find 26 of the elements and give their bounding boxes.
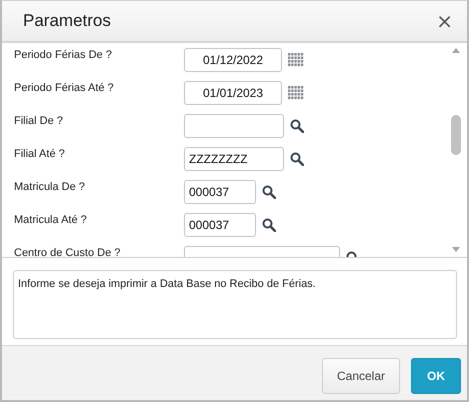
input-field[interactable] — [184, 114, 284, 138]
input-field[interactable]: 000037 — [184, 180, 256, 204]
field-label: Periodo Férias Até ? — [14, 81, 115, 95]
input-field[interactable]: 01/12/2022 — [184, 48, 282, 72]
search-icon[interactable] — [262, 185, 276, 199]
window-title: Parametros — [23, 11, 111, 31]
input-field[interactable]: ZZZZZZZZ — [184, 147, 284, 171]
scrollbar-thumb[interactable] — [451, 115, 461, 155]
field-label: Matricula De ? — [14, 180, 86, 194]
search-icon[interactable] — [290, 119, 304, 133]
search-icon[interactable] — [290, 152, 304, 166]
cancel-button[interactable]: Cancelar — [322, 358, 400, 394]
scroll-up-icon[interactable] — [451, 47, 461, 55]
close-button[interactable]: × — [434, 11, 455, 31]
field-label: Filial De ? — [14, 114, 64, 128]
scroll-down-icon[interactable] — [451, 245, 461, 253]
calendar-icon[interactable] — [288, 86, 304, 100]
calendar-icon[interactable] — [288, 53, 304, 67]
input-field[interactable]: 000037 — [184, 213, 256, 237]
field-label: Periodo Férias De ? — [14, 48, 113, 62]
input-field[interactable]: 01/01/2023 — [184, 81, 282, 105]
search-icon[interactable] — [262, 218, 276, 232]
field-label: Filial Até ? — [14, 147, 66, 161]
field-label: Centro de Custo De ? — [14, 246, 122, 257]
field-label: Matricula Até ? — [14, 213, 88, 227]
help-text: Informe se deseja imprimir a Data Base no Recibo de Férias. — [18, 278, 316, 290]
